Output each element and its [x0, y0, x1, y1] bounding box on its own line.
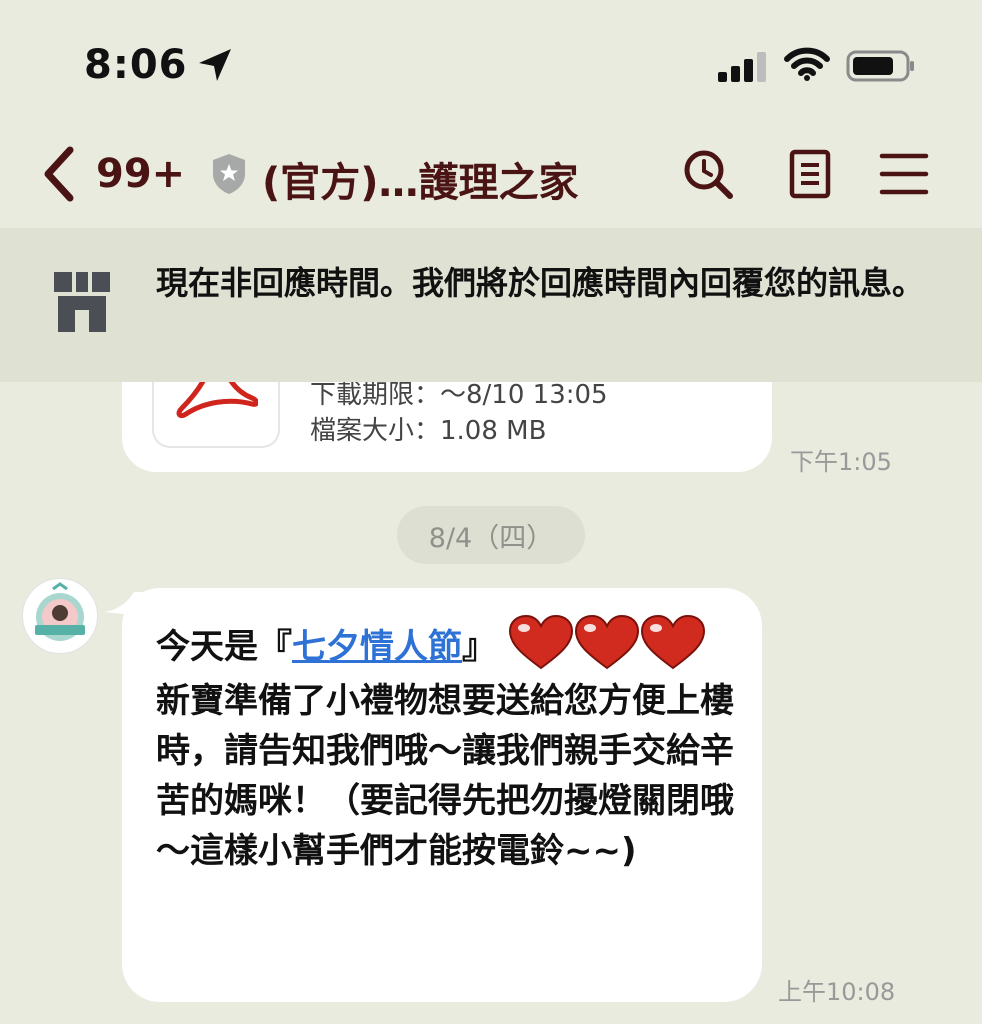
heart-emoji-icon	[640, 614, 705, 670]
wifi-icon	[784, 47, 830, 81]
message-body: 新寶準備了小禮物想要送給您方便上樓時，請告知我們哦～讓我們親手交給辛苦的媽咪！（…	[156, 681, 734, 871]
back-chevron-icon	[44, 146, 74, 202]
message-timestamp: 下午1:05	[790, 448, 892, 476]
shop-icon	[54, 272, 110, 332]
avatar[interactable]	[22, 578, 98, 654]
chat-header: 99+ (官方)…護理之家	[0, 120, 982, 228]
heart-emoji-icon	[508, 614, 573, 670]
cellular-signal-icon	[718, 52, 766, 82]
date-separator: 8/4（四）	[397, 506, 585, 564]
off-hours-notice: 現在非回應時間。我們將於回應時間內回覆您的訊息。	[0, 228, 982, 382]
festival-link[interactable]: 七夕情人節	[292, 627, 462, 667]
heart-emoji-icon	[574, 614, 639, 670]
message-suffix: 』	[462, 627, 496, 667]
menu-icon[interactable]	[878, 148, 930, 200]
battery-icon	[846, 50, 914, 82]
notice-text: 現在非回應時間。我們將於回應時間內回覆您的訊息。	[156, 264, 925, 302]
message-text: 今天是『七夕情人節』 新寶準備了小禮物想要送給您方便上樓時，請告知我們哦～讓我們…	[156, 614, 746, 876]
avatar-logo	[35, 582, 85, 641]
message-timestamp: 上午10:08	[778, 978, 896, 1006]
status-bar: 8:06	[0, 0, 982, 120]
chat-title[interactable]: (官方)…護理之家	[262, 150, 579, 208]
location-arrow-icon	[199, 49, 231, 81]
file-size: 檔案大小：1.08 MB	[310, 416, 547, 446]
search-icon[interactable]	[682, 148, 734, 200]
unread-count: 99+	[96, 151, 186, 197]
message-prefix: 今天是『	[156, 627, 292, 667]
note-icon[interactable]	[784, 148, 836, 200]
verified-shield-icon	[213, 154, 245, 194]
status-time: 8:06	[84, 42, 188, 88]
back-button[interactable]: 99+	[40, 146, 185, 202]
